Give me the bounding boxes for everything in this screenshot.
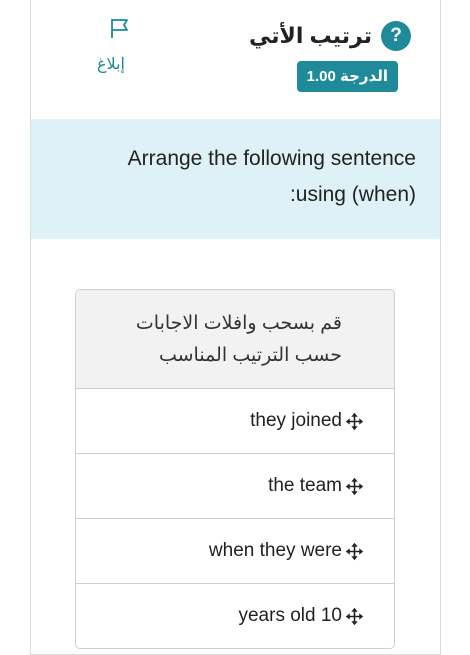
ordering-item-label: the team [268, 475, 342, 496]
instruction-line-1: قم بسحب وافلات الاجابات [135, 313, 342, 334]
ordering-item-label: they joined [250, 410, 342, 431]
flag-icon[interactable] [108, 16, 132, 40]
question-text-line-1: Arrange the following sentence [127, 147, 416, 170]
help-icon: ? [381, 21, 411, 51]
grade-badge: الدرجة 1.00 [296, 61, 398, 92]
ordering-item[interactable]: years old 10 [76, 584, 394, 648]
move-arrows-icon[interactable] [345, 607, 364, 626]
move-arrows-icon[interactable] [345, 477, 364, 496]
ordering-item[interactable]: the team [76, 454, 394, 519]
question-card: ? ترتيب الأتي الدرجة 1.00 إبلاغ Arrange … [30, 0, 441, 655]
ordering-item-label: when they were [208, 540, 342, 561]
move-arrows-icon[interactable] [345, 412, 364, 431]
ordering-item[interactable]: when they were [76, 519, 394, 584]
ordering-list: قم بسحب وافلات الاجابات حسب الترتيب المن… [75, 289, 395, 649]
ordering-item-label: years old 10 [238, 605, 342, 626]
question-header: ? ترتيب الأتي الدرجة 1.00 إبلاغ [31, 0, 440, 119]
ordering-item[interactable]: they joined [76, 389, 394, 454]
instruction-line-2: حسب الترتيب المناسب [158, 345, 342, 366]
report-link[interactable]: إبلاغ [97, 54, 125, 74]
question-title: ترتيب الأتي [248, 23, 372, 48]
question-text-line-2: :using (when) [289, 183, 416, 206]
move-arrows-icon[interactable] [345, 542, 364, 561]
question-text-box: Arrange the following sentence :using (w… [31, 119, 440, 239]
ordering-instruction: قم بسحب وافلات الاجابات حسب الترتيب المن… [76, 290, 394, 389]
